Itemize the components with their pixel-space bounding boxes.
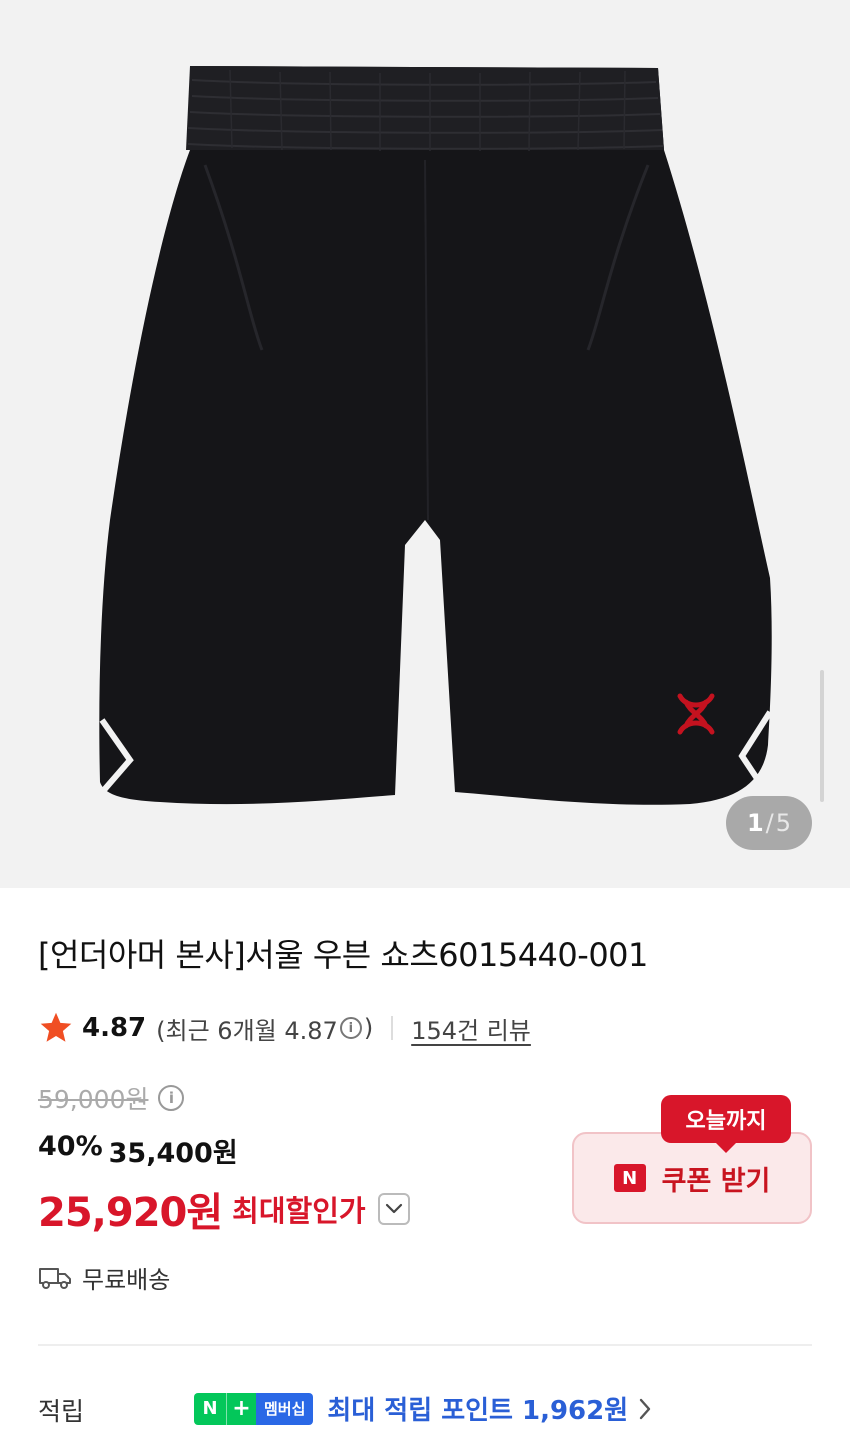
rating-recent-close: ) (363, 1014, 374, 1042)
naver-n-icon: N (613, 1164, 646, 1192)
rating-row: 4.87 (최근 6개월 4.87 i ) 154건 리뷰 (38, 1008, 531, 1048)
product-image (99, 66, 773, 805)
original-price: 59,000원 (38, 1085, 149, 1114)
gallery-scrollbar (820, 670, 824, 802)
points-label: 적립 (38, 1397, 85, 1426)
info-icon[interactable]: i (339, 1017, 362, 1039)
chevron-down-icon[interactable] (377, 1193, 410, 1225)
sale-price-row: 40% 35,400원 (38, 1131, 238, 1170)
image-counter-separator: / (765, 809, 774, 837)
points-row[interactable]: N + 멤버십 최대 적립 포인트 1,962원 (194, 1390, 652, 1427)
today-only-badge: 오늘까지 (661, 1095, 791, 1153)
plus-mark: + (226, 1392, 256, 1425)
image-counter: 1 / 5 (726, 796, 812, 850)
rating-recent-info: (최근 6개월 4.87 i ) (156, 1011, 373, 1046)
coupon-label: 쿠폰 받기 (661, 1165, 771, 1197)
naver-n-mark: N (194, 1392, 226, 1425)
naver-plus-membership-badge: N + 멤버십 (194, 1392, 314, 1425)
review-count-link[interactable]: 154건 리뷰 (411, 1011, 531, 1046)
max-discount-label: 최대할인가 (232, 1194, 366, 1228)
max-discount-row[interactable]: 25,920원 최대할인가 (38, 1180, 410, 1238)
shipping-row: 무료배송 (38, 1260, 170, 1295)
truck-icon (39, 1267, 71, 1289)
original-price-row: 59,000원 i (38, 1080, 186, 1116)
rating-score: 4.87 (82, 1013, 147, 1043)
coupon-button[interactable]: N 쿠폰 받기 (572, 1132, 812, 1224)
star-icon (40, 1012, 72, 1042)
chevron-right-icon[interactable] (638, 1397, 652, 1421)
shipping-label: 무료배송 (82, 1266, 171, 1294)
section-divider (38, 1344, 812, 1346)
image-current-index: 1 (746, 809, 764, 837)
image-total-count: 5 (775, 809, 792, 837)
rating-recent-text: (최근 6개월 4.87 (156, 1016, 338, 1045)
price-info-icon[interactable]: i (158, 1085, 185, 1111)
divider (391, 1016, 394, 1040)
sale-price: 35,400원 (108, 1138, 238, 1169)
max-points-text: 최대 적립 포인트 1,962원 (327, 1396, 629, 1426)
max-discount-price: 25,920원 (38, 1190, 223, 1236)
product-title: [언더아머 본사]서울 우븐 쇼츠6015440-001 (38, 936, 648, 974)
product-image-gallery[interactable]: 1 / 5 (0, 0, 850, 888)
membership-label: 멤버십 (256, 1392, 314, 1425)
discount-rate: 40% (38, 1131, 103, 1162)
